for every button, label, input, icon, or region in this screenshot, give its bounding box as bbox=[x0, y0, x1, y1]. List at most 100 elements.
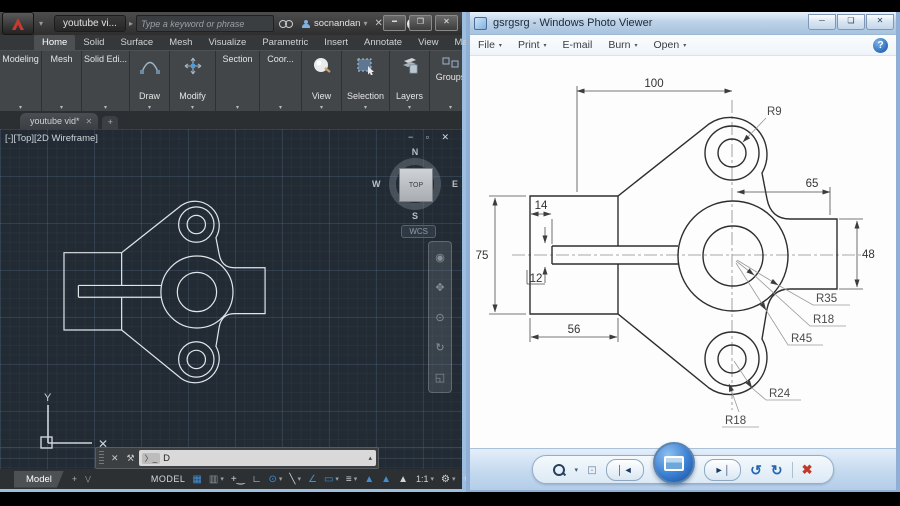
layout-list-caret-icon[interactable]: ⋁ bbox=[85, 475, 91, 483]
close-button[interactable]: ✕ bbox=[866, 14, 894, 30]
minimize-button[interactable]: ━ bbox=[383, 15, 406, 31]
annotation-scale-value[interactable]: 1:1 bbox=[416, 474, 429, 484]
zoom-caret-icon[interactable]: ▾ bbox=[574, 466, 578, 474]
pan-icon[interactable]: ✥ bbox=[435, 281, 444, 294]
command-input[interactable]: 〉_ D ▴ bbox=[139, 450, 376, 466]
rotate-counterclockwise-button[interactable]: ↺ bbox=[750, 463, 762, 477]
lineweight-icon[interactable]: ≡ bbox=[346, 474, 352, 485]
doc-nav-arrow-icon[interactable]: ▸ bbox=[129, 19, 133, 28]
panel-view[interactable]: View ▾ bbox=[302, 51, 342, 111]
zoom-magnifier-icon[interactable] bbox=[553, 464, 565, 476]
tab-insert[interactable]: Insert bbox=[316, 35, 356, 50]
model-viewport[interactable]: [-][Top][2D Wireframe] − ▫ ✕ N S W E bbox=[0, 129, 462, 469]
panel-expand-icon[interactable]: ▾ bbox=[148, 104, 151, 111]
model-mode-label[interactable]: MODEL bbox=[151, 474, 186, 484]
orbit-icon[interactable]: ↻ bbox=[435, 341, 444, 354]
gear-caret-icon[interactable]: ▾ bbox=[452, 475, 456, 483]
panel-layers[interactable]: Layers ▾ bbox=[390, 51, 430, 111]
viewcube-west[interactable]: W bbox=[372, 179, 381, 189]
panel-expand-icon[interactable]: ▾ bbox=[364, 104, 367, 111]
isodraft-caret-icon[interactable]: ▾ bbox=[297, 475, 301, 483]
grid-icon[interactable]: ▦ bbox=[192, 474, 201, 485]
tab-surface[interactable]: Surface bbox=[112, 35, 161, 50]
previous-button[interactable]: │ ◄ bbox=[606, 459, 644, 481]
panel-expand-icon[interactable]: ▾ bbox=[191, 104, 194, 111]
ortho-icon[interactable]: ∟ bbox=[252, 474, 262, 485]
menu-file[interactable]: File ▾ bbox=[470, 39, 510, 51]
tab-parametric[interactable]: Parametric bbox=[254, 35, 316, 50]
panel-modify[interactable]: Modify ▾ bbox=[170, 51, 216, 111]
lineweight-caret-icon[interactable]: ▾ bbox=[354, 475, 358, 483]
snap-caret-icon[interactable]: ▾ bbox=[220, 475, 224, 483]
panel-groups[interactable]: Groups ▾ bbox=[430, 51, 462, 111]
panel-expand-icon[interactable]: ▾ bbox=[408, 104, 411, 111]
exchange-icon[interactable]: ✕ bbox=[374, 18, 382, 29]
next-button[interactable]: ► │ bbox=[704, 459, 742, 481]
dynamic-input-icon[interactable]: +‿ bbox=[231, 474, 245, 485]
annotation-visibility-icon[interactable]: ▲ bbox=[364, 474, 374, 485]
annotation-scale-icon[interactable]: ▲ bbox=[398, 474, 408, 485]
maximize-button[interactable]: ❐ bbox=[409, 15, 432, 31]
help-icon[interactable]: ? bbox=[873, 38, 888, 53]
delete-button[interactable]: ✖ bbox=[802, 462, 813, 478]
search-binoculars-icon[interactable] bbox=[279, 20, 293, 28]
panel-expand-icon[interactable]: ▾ bbox=[279, 104, 282, 111]
signed-in-user[interactable]: socnandan bbox=[314, 18, 360, 29]
menu-email[interactable]: E-mail bbox=[555, 39, 601, 51]
panel-modeling[interactable]: Modeling ▾ bbox=[0, 51, 42, 111]
osnap-icon[interactable]: ∠ bbox=[308, 474, 317, 485]
panel-section[interactable]: Section ▾ bbox=[216, 51, 260, 111]
isodraft-icon[interactable]: ╲ bbox=[289, 474, 295, 485]
minimize-button[interactable]: ─ bbox=[808, 14, 836, 30]
tab-view[interactable]: View bbox=[410, 35, 446, 50]
showmotion-icon[interactable]: ◱ bbox=[435, 371, 445, 384]
viewcube-east[interactable]: E bbox=[452, 179, 458, 189]
menu-open[interactable]: Open ▾ bbox=[646, 39, 695, 51]
app-menu-caret-icon[interactable]: ▾ bbox=[39, 19, 43, 28]
viewcube[interactable]: N S W E TOP bbox=[382, 151, 448, 217]
menu-print[interactable]: Print ▾ bbox=[510, 39, 555, 51]
panel-solid-editing[interactable]: Solid Edi... ▾ bbox=[82, 51, 130, 111]
panel-expand-icon[interactable]: ▾ bbox=[236, 104, 239, 111]
fit-to-window-icon[interactable]: ⊡ bbox=[587, 463, 597, 477]
tab-solid[interactable]: Solid bbox=[75, 35, 112, 50]
autocad-app-button[interactable] bbox=[2, 12, 34, 35]
panel-expand-icon[interactable]: ▾ bbox=[104, 104, 107, 111]
command-grip-handle[interactable] bbox=[99, 451, 104, 465]
panel-draw[interactable]: Draw ▾ bbox=[130, 51, 170, 111]
object-snap-box-icon[interactable]: ▭ bbox=[324, 474, 333, 485]
quick-view-doc-tab[interactable]: youtube vi... bbox=[54, 15, 126, 32]
osnap-caret-icon[interactable]: ▾ bbox=[335, 475, 339, 483]
wcs-dropdown[interactable]: WCS bbox=[401, 225, 436, 238]
panel-expand-icon[interactable]: ▾ bbox=[449, 104, 452, 111]
polar-tracking-icon[interactable]: ⊙ bbox=[269, 474, 277, 485]
settings-gear-icon[interactable]: ⚙ bbox=[441, 474, 450, 485]
model-space-tab[interactable]: Model bbox=[14, 471, 64, 488]
rotate-clockwise-button[interactable]: ↻ bbox=[771, 463, 783, 477]
panel-expand-icon[interactable]: ▾ bbox=[60, 104, 63, 111]
panel-expand-icon[interactable]: ▾ bbox=[320, 104, 323, 111]
command-line[interactable]: ✕ ⚒ 〉_ D ▴ bbox=[95, 447, 379, 469]
panel-coordinates[interactable]: Coor... ▾ bbox=[260, 51, 302, 111]
maximize-button[interactable]: ❏ bbox=[837, 14, 865, 30]
autoscale-icon[interactable]: ▲ bbox=[381, 474, 391, 485]
play-slideshow-button[interactable] bbox=[653, 442, 695, 484]
viewcube-top-face[interactable]: TOP bbox=[399, 168, 433, 202]
command-close-icon[interactable]: ✕ bbox=[107, 453, 123, 464]
close-button[interactable]: ✕ bbox=[435, 15, 458, 31]
viewcube-south[interactable]: S bbox=[412, 211, 418, 221]
new-layout-button[interactable]: + bbox=[72, 474, 77, 484]
file-tab-active[interactable]: youtube vid* ✕ bbox=[20, 113, 98, 129]
viewcube-north[interactable]: N bbox=[412, 147, 419, 157]
file-tab-close-icon[interactable]: ✕ bbox=[86, 117, 93, 126]
panel-selection[interactable]: Selection ▾ bbox=[342, 51, 390, 111]
tab-home[interactable]: Home bbox=[34, 35, 75, 50]
command-history-caret-icon[interactable]: ▴ bbox=[368, 454, 376, 462]
tab-mesh[interactable]: Mesh bbox=[161, 35, 200, 50]
snap-grid-icon[interactable]: ▥ bbox=[209, 474, 218, 485]
panel-mesh[interactable]: Mesh ▾ bbox=[42, 51, 82, 111]
new-tab-button[interactable]: + bbox=[102, 116, 118, 129]
nav-wheel-icon[interactable]: ◉ bbox=[435, 251, 445, 264]
scale-caret-icon[interactable]: ▾ bbox=[431, 475, 435, 483]
tab-annotate[interactable]: Annotate bbox=[356, 35, 410, 50]
